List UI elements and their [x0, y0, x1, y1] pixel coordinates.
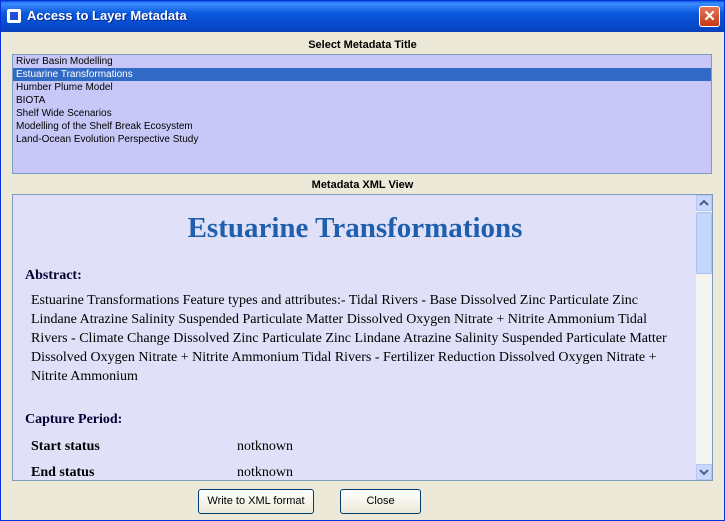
capture-period-heading: Capture Period: — [25, 412, 123, 427]
end-status-label: End status — [31, 465, 95, 480]
list-item[interactable]: River Basin Modelling — [13, 55, 711, 68]
list-item-selected[interactable]: Estuarine Transformations — [13, 68, 711, 81]
list-item[interactable]: Modelling of the Shelf Break Ecosystem — [13, 120, 711, 133]
select-metadata-title-label: Select Metadata Title — [308, 39, 417, 51]
window-app-icon — [7, 9, 21, 23]
metadata-window: Access to Layer Metadata ✕ Select Metada… — [0, 0, 725, 521]
list-item[interactable]: Land-Ocean Evolution Perspective Study — [13, 133, 711, 146]
arrow-down-icon[interactable] — [696, 464, 712, 480]
start-status-label: Start status — [31, 439, 100, 454]
window-title: Access to Layer Metadata — [27, 8, 187, 23]
list-item[interactable]: Shelf Wide Scenarios — [13, 107, 711, 120]
title-bar[interactable]: Access to Layer Metadata ✕ — [1, 1, 724, 32]
start-status-value: notknown — [237, 439, 293, 454]
xml-content: Estuarine Transformations Abstract: Estu… — [13, 195, 697, 480]
document-title: Estuarine Transformations — [187, 212, 523, 244]
metadata-xml-view-label: Metadata XML View — [311, 179, 414, 191]
vertical-scrollbar[interactable] — [696, 195, 712, 480]
list-item[interactable]: Humber Plume Model — [13, 81, 711, 94]
metadata-xml-view[interactable]: Estuarine Transformations Abstract: Estu… — [12, 194, 713, 481]
close-window-button[interactable]: ✕ — [699, 6, 720, 27]
abstract-heading: Abstract: — [25, 268, 82, 283]
arrow-up-icon[interactable] — [696, 195, 712, 211]
metadata-title-list[interactable]: River Basin Modelling Estuarine Transfor… — [12, 54, 712, 174]
abstract-text: Estuarine Transformations Feature types … — [31, 293, 667, 384]
end-status-value: notknown — [237, 465, 293, 480]
list-item[interactable]: BIOTA — [13, 94, 711, 107]
scrollbar-thumb[interactable] — [696, 212, 712, 274]
close-button[interactable]: Close — [340, 489, 421, 514]
write-to-xml-button[interactable]: Write to XML format — [198, 489, 314, 514]
